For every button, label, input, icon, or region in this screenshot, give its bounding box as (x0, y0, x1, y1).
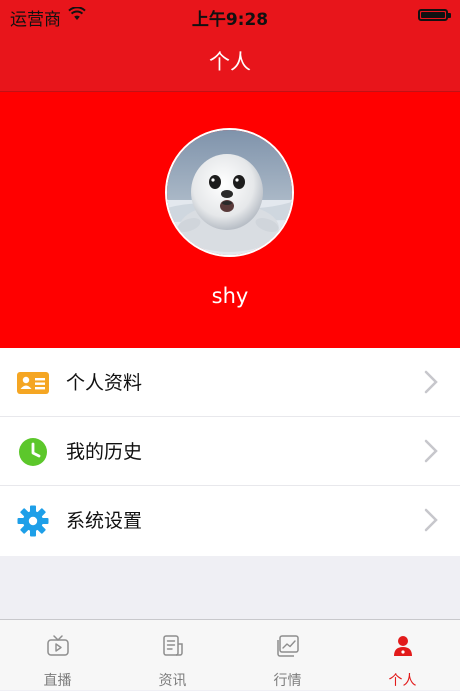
status-time: 上午9:28 (191, 10, 269, 30)
chart-icon (277, 635, 299, 657)
tab-market[interactable]: 行情 (230, 620, 345, 691)
tab-live[interactable]: 直播 (0, 620, 115, 691)
seal-avatar-image (167, 130, 292, 255)
page-title: 个人 (209, 50, 251, 74)
battery-icon (418, 9, 451, 21)
chevron-right-icon (424, 439, 438, 463)
status-bar: 运营商 上午9:28 (0, 0, 460, 30)
tab-bar: 直播 资讯 行情 个人 (0, 619, 460, 690)
username: shy (211, 284, 249, 308)
menu-item-profile-info[interactable]: 个人资料 (0, 348, 460, 417)
tv-icon (47, 635, 69, 656)
person-icon (394, 636, 412, 656)
news-icon (163, 635, 183, 656)
chevron-right-icon (424, 508, 438, 532)
tab-label: 资讯 (158, 673, 187, 689)
tab-label: 个人 (388, 673, 417, 689)
menu-item-label: 系统设置 (66, 510, 143, 532)
menu-item-history[interactable]: 我的历史 (0, 417, 460, 486)
id-card-icon (17, 372, 49, 394)
chevron-right-icon (424, 370, 438, 394)
menu-item-label: 我的历史 (66, 441, 143, 463)
avatar[interactable] (165, 128, 294, 257)
tab-news[interactable]: 资讯 (115, 620, 230, 691)
tab-profile[interactable]: 个人 (345, 620, 460, 691)
gear-icon (17, 505, 49, 537)
clock-icon (19, 438, 47, 466)
menu-item-label: 个人资料 (66, 372, 143, 394)
tab-label: 直播 (43, 673, 72, 689)
profile-header: shy (0, 92, 460, 348)
menu-item-settings[interactable]: 系统设置 (0, 486, 460, 556)
tab-label: 行情 (273, 673, 302, 689)
navigation-bar: 个人 (0, 30, 460, 92)
settings-menu: 个人资料 我的历史 系统设置 (0, 348, 460, 556)
